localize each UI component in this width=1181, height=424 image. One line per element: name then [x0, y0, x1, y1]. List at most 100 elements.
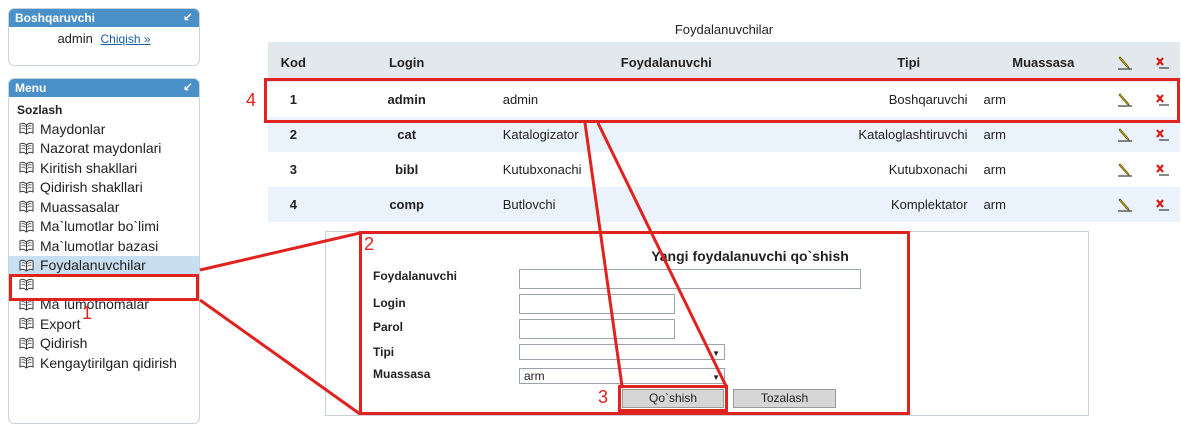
- column-header-fullname[interactable]: Foydalanuvchi: [494, 42, 838, 82]
- institution-select[interactable]: arm ▼: [519, 368, 725, 384]
- sidebar-item-label: Foydalanuvchilar: [40, 257, 146, 274]
- cell-fullname: Butlovchi: [494, 187, 838, 222]
- pencil-edit-icon[interactable]: [1117, 128, 1133, 142]
- delete-button[interactable]: [1143, 117, 1180, 152]
- label-password: Parol: [373, 320, 404, 334]
- cell-login: bibl: [395, 162, 419, 177]
- cell-kod: 1: [289, 92, 297, 107]
- label-login: Login: [373, 296, 406, 310]
- delete-button[interactable]: [1144, 152, 1180, 187]
- sidebar-item-7[interactable]: Ma`lumotlar bazasi: [9, 236, 199, 256]
- pencil-edit-icon[interactable]: [1117, 163, 1133, 177]
- sidebar-item-13[interactable]: Kengaytirilgan qidirish: [9, 353, 199, 373]
- table-row[interactable]: 4 comp Butlovchi Komplektator arm: [268, 187, 1180, 222]
- sidebar-item-2[interactable]: Nazorat maydonlari: [9, 139, 199, 159]
- cell-fullname: Kutubxonachi: [502, 162, 582, 177]
- delete-x-icon[interactable]: [1154, 93, 1170, 107]
- label-fullname: Foydalanuvchi: [373, 269, 458, 283]
- table-row[interactable]: 1 admin admin Boshqaruvchi arm: [268, 82, 1180, 117]
- cell-muassasa: arm: [983, 92, 1006, 107]
- annotation-number-2: 2: [364, 234, 375, 254]
- sidebar-item-label: Export: [40, 315, 81, 332]
- sidebar-item-8[interactable]: Foydalanuvchilar: [9, 255, 199, 275]
- cell-tipi: Kutubxonachi: [888, 162, 968, 177]
- collapse-arrow-icon[interactable]: ↙: [183, 80, 193, 94]
- admin-panel-title: Boshqaruvchi: [15, 11, 96, 25]
- sidebar-item-label: Ma`lumotlar bazasi: [40, 237, 159, 254]
- sidebar-item-label: Qidirish: [40, 335, 88, 352]
- table-row[interactable]: 3 bibl Kutubxonachi Kutubxonachi arm: [268, 152, 1180, 187]
- book-icon: [19, 220, 34, 233]
- pencil-edit-icon: [1118, 56, 1133, 70]
- sidebar-item-6[interactable]: Ma`lumotlar bo`limi: [9, 217, 199, 237]
- delete-x-icon: [1155, 57, 1169, 69]
- book-icon: [19, 278, 34, 291]
- menu-panel-title: Menu: [15, 81, 47, 95]
- sidebar-item-5[interactable]: Muassasalar: [9, 197, 199, 217]
- pencil-edit-icon[interactable]: [1117, 93, 1133, 107]
- fullname-input[interactable]: [519, 269, 861, 289]
- menu-panel-header: Menu ↙: [9, 79, 199, 97]
- sidebar-item-label: Ma`lumotnomalar: [40, 296, 149, 313]
- delete-button[interactable]: [1144, 82, 1180, 117]
- cell-muassasa: arm: [979, 187, 1108, 222]
- sidebar-item-label: Kiritish shakllari: [40, 159, 138, 176]
- logout-link[interactable]: Chiqish »: [101, 32, 151, 46]
- book-icon: [19, 161, 34, 174]
- cell-muassasa: arm: [979, 117, 1108, 152]
- annotation-number-3: 3: [598, 387, 609, 407]
- book-icon: [19, 356, 34, 369]
- table-row[interactable]: 2 cat Katalogizator Kataloglashtiruvchi arm: [268, 117, 1180, 152]
- sidebar-item-3[interactable]: Kiritish shakllari: [9, 158, 199, 178]
- edit-button[interactable]: [1107, 152, 1143, 187]
- edit-button[interactable]: [1107, 117, 1144, 152]
- column-header-muassasa[interactable]: Muassasa: [979, 42, 1108, 82]
- sidebar-item-10[interactable]: Ma`lumotnomalar: [9, 295, 199, 315]
- pencil-edit-icon[interactable]: [1117, 198, 1133, 212]
- admin-panel-header: Boshqaruvchi ↙: [9, 9, 199, 27]
- book-icon: [19, 337, 34, 350]
- column-header-tipi[interactable]: Tipi: [837, 42, 980, 82]
- book-icon: [19, 298, 34, 311]
- sidebar-item-4[interactable]: Qidirish shakllari: [9, 178, 199, 198]
- collapse-arrow-icon[interactable]: ↙: [183, 10, 193, 24]
- sidebar-item-label: Ma`lumotlar bo`limi: [40, 218, 160, 235]
- cell-fullname: Katalogizator: [494, 117, 838, 152]
- column-header-kod[interactable]: Kod: [268, 42, 319, 82]
- form-title: Yangi foydalanuvchi qo`shish: [651, 248, 849, 264]
- delete-button[interactable]: [1143, 187, 1180, 222]
- login-input[interactable]: [519, 294, 675, 314]
- edit-button[interactable]: [1107, 187, 1144, 222]
- chevron-down-icon: ▼: [712, 373, 720, 382]
- book-icon: [19, 122, 34, 135]
- menu-list: Maydonlar Nazorat maydonlari Kiritish shak…: [9, 119, 199, 373]
- book-icon: [19, 317, 34, 330]
- add-button[interactable]: Qo`shish: [622, 389, 724, 408]
- cell-tipi: Komplektator: [837, 187, 980, 222]
- sidebar-item-12[interactable]: Qidirish: [9, 334, 199, 354]
- edit-button[interactable]: [1107, 82, 1143, 117]
- users-table: Kod Login Foydalanuvchi Tipi Muassasa 1 a…: [268, 42, 1180, 222]
- menu-panel: Menu ↙ Sozlash Maydonlar Nazorat maydonla…: [8, 78, 200, 424]
- type-select[interactable]: ▼: [519, 344, 725, 360]
- delete-x-icon[interactable]: [1154, 163, 1170, 177]
- column-header-login[interactable]: Login: [318, 42, 495, 82]
- sidebar-item-1[interactable]: Maydonlar: [9, 119, 199, 139]
- cell-login: comp: [318, 187, 495, 222]
- password-input[interactable]: [519, 319, 675, 339]
- cell-tipi: Boshqaruvchi: [888, 92, 968, 107]
- institution-select-value: arm: [524, 369, 545, 383]
- clear-button[interactable]: Tozalash: [733, 389, 836, 408]
- delete-x-icon[interactable]: [1154, 198, 1170, 212]
- cell-login: admin: [387, 92, 426, 107]
- cell-muassasa: arm: [983, 162, 1006, 177]
- label-type: Tipi: [373, 345, 395, 359]
- cell-kod: 2: [268, 117, 319, 152]
- sidebar-item-label: Muassasalar: [40, 198, 120, 215]
- sidebar-item-9[interactable]: [9, 275, 199, 295]
- delete-x-icon[interactable]: [1154, 128, 1170, 142]
- book-icon: [19, 259, 34, 272]
- header-delete-icon: [1143, 42, 1180, 82]
- sidebar-item-11[interactable]: Export: [9, 314, 199, 334]
- cell-kod: 4: [268, 187, 319, 222]
